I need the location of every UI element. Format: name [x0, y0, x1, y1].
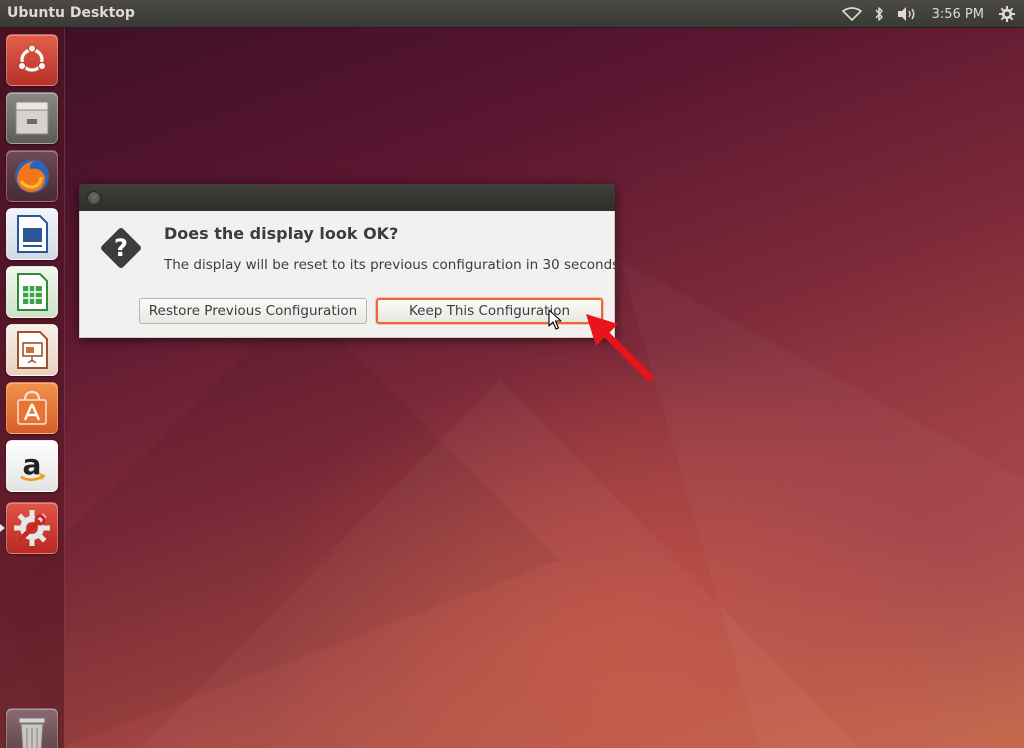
writer-document-icon [17, 215, 48, 253]
svg-text:?: ? [114, 234, 128, 262]
launcher-item-trash[interactable] [6, 708, 58, 748]
firefox-icon [15, 159, 49, 193]
window-title: Ubuntu Desktop [7, 5, 135, 21]
shopping-bag-icon [17, 390, 47, 425]
mouse-cursor-icon [548, 309, 562, 330]
impress-presentation-icon [17, 331, 48, 369]
file-cabinet-icon [15, 101, 49, 135]
calc-spreadsheet-icon [17, 273, 48, 311]
dialog-titlebar [79, 184, 615, 211]
annotation-arrow-icon [586, 314, 654, 382]
dialog-message: The display will be reset to its previou… [164, 257, 620, 273]
gear-icon[interactable] [998, 5, 1016, 23]
dialog-heading: Does the display look OK? [164, 224, 399, 243]
indicator-area: 3:56 PM [841, 0, 1016, 28]
dialog-body: ? Does the display look OK? The display … [79, 211, 619, 338]
clock[interactable]: 3:56 PM [932, 7, 984, 22]
launcher-item-firefox[interactable] [6, 150, 58, 202]
svg-text:a: a [23, 448, 42, 481]
running-indicator [0, 524, 5, 532]
launcher-item-software-center[interactable] [6, 382, 58, 434]
amazon-icon: a [20, 448, 46, 482]
wallpaper-geometry [0, 300, 560, 748]
launcher-item-libreoffice-writer[interactable] [6, 208, 58, 260]
wifi-icon[interactable] [841, 7, 862, 21]
launcher-item-libreoffice-impress[interactable] [6, 324, 58, 376]
display-confirm-dialog: ? Does the display look OK? The display … [79, 184, 619, 338]
keep-configuration-button[interactable]: Keep This Configuration [376, 298, 603, 324]
restore-configuration-button[interactable]: Restore Previous Configuration [139, 298, 367, 324]
launcher: a [0, 28, 65, 748]
launcher-item-amazon[interactable]: a [6, 440, 58, 492]
ubuntu-logo-icon [17, 44, 47, 72]
settings-wrench-gear-icon [14, 510, 50, 546]
volume-icon[interactable] [896, 6, 918, 22]
trash-icon [18, 717, 46, 748]
top-panel: Ubuntu Desktop 3:56 PM [0, 0, 1024, 28]
launcher-item-ubuntu-dash[interactable] [6, 34, 58, 86]
launcher-item-libreoffice-calc[interactable] [6, 266, 58, 318]
question-icon: ? [101, 228, 141, 268]
launcher-item-files[interactable] [6, 92, 58, 144]
launcher-item-system-settings[interactable] [6, 502, 58, 554]
bluetooth-icon[interactable] [874, 6, 884, 22]
close-icon[interactable] [87, 191, 101, 205]
desktop: Ubuntu Desktop 3:56 PM a ? Does the disp… [0, 0, 1024, 748]
